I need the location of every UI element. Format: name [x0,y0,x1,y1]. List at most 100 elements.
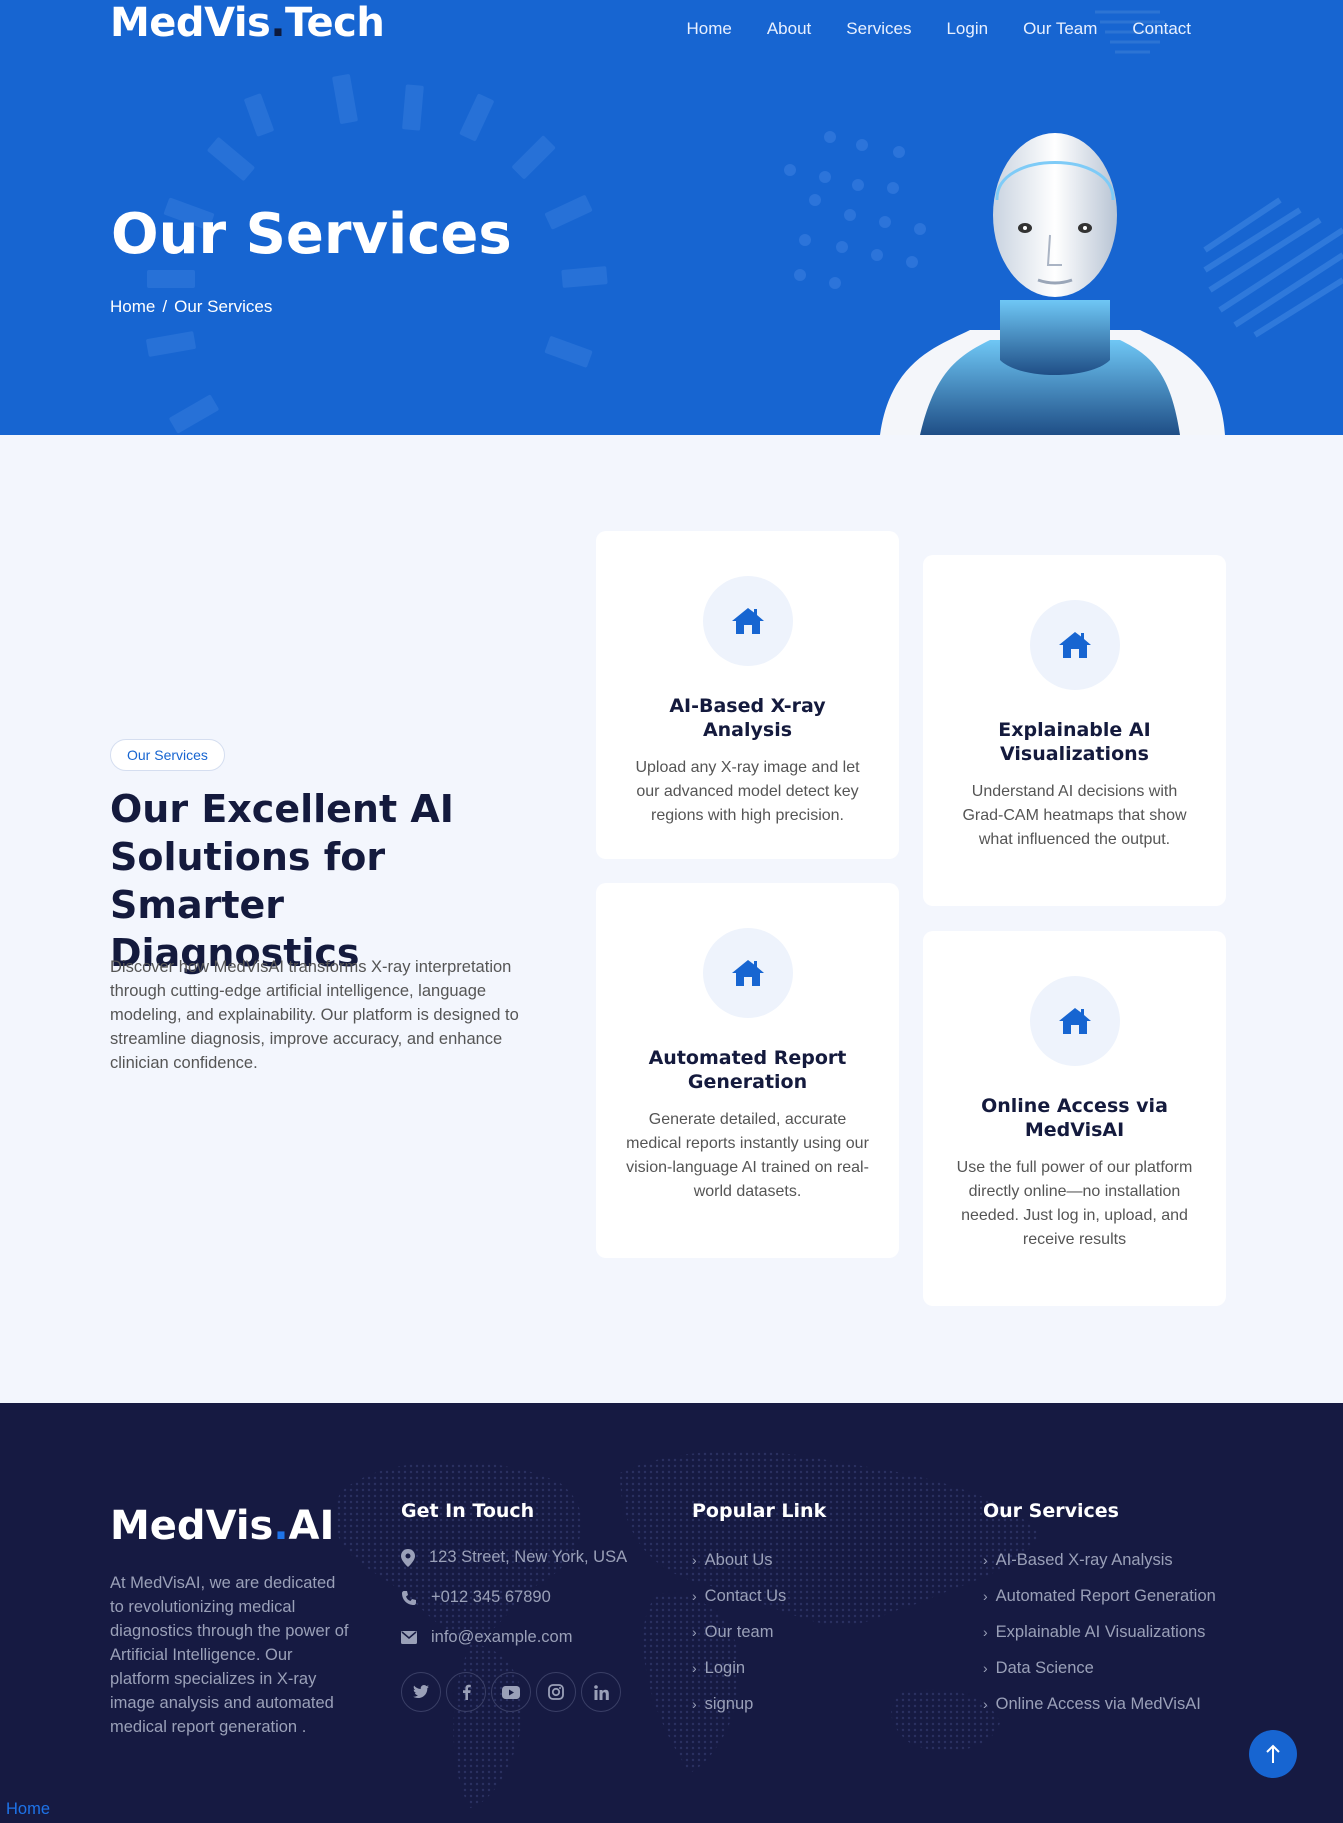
service-card-xray-analysis[interactable]: AI-Based X-ray Analysis Upload any X-ray… [596,531,899,859]
chevron-right-icon: › [983,1624,988,1640]
footer-popular-title: Popular Link [692,1500,827,1522]
footer-phone: +012 345 67890 [401,1588,551,1607]
footer-link-label: AI-Based X-ray Analysis [995,1551,1173,1569]
service-card-title: Online Access via MedVisAI [981,1095,1168,1141]
footer-address-text: 123 Street, New York, USA [429,1548,628,1566]
footer-link-label: Online Access via MedVisAI [995,1695,1201,1713]
service-icon-wrap [1029,600,1120,690]
home-icon [1058,1008,1091,1034]
chevron-right-icon: › [983,1696,988,1712]
section-tag: Our Services [110,739,225,771]
hero-banner: MedVis.Tech Home About Services Login Ou… [0,0,1343,435]
chevron-right-icon: › [692,1696,697,1712]
home-icon [731,960,764,986]
twitter-icon[interactable] [401,1672,441,1712]
world-map-background [334,1451,1040,1808]
social-links [401,1672,621,1712]
nav-services[interactable]: Services [846,19,911,39]
service-card-title: Automated Report Generation [648,1047,847,1093]
breadcrumb-separator: / [162,297,168,316]
footer-service-xray[interactable]: › AI-Based X-ray Analysis [983,1548,1223,1572]
breadcrumb-home[interactable]: Home [110,297,155,316]
robot-illustration [880,133,1225,435]
footer-service-links: › AI-Based X-ray Analysis › Automated Repo… [983,1548,1223,1728]
footer-logo[interactable]: MedVis.AI [110,1503,334,1549]
footer-logo-dot: . [273,1503,289,1549]
chevron-right-icon: › [692,1624,697,1640]
linkedin-icon[interactable] [581,1672,621,1712]
footer-service-xai[interactable]: › Explainable AI Visualizations [983,1620,1223,1644]
footer-popular-links: › About Us › Contact Us › Our team › Login ›… [692,1548,922,1728]
footer-link-label: Automated Report Generation [995,1587,1216,1605]
footer-link-about-us[interactable]: › About Us [692,1548,922,1572]
footer-phone-text: +012 345 67890 [431,1588,551,1606]
facebook-icon[interactable] [446,1672,486,1712]
breadcrumb: Home / Our Services [110,297,279,317]
logo-dot: . [270,0,286,46]
arrow-up-icon [1266,1744,1280,1763]
nav-login[interactable]: Login [946,19,988,39]
footer-address: 123 Street, New York, USA [401,1548,627,1567]
back-to-top-button[interactable] [1249,1730,1297,1778]
logo-suffix: Tech [285,0,385,46]
footer-logo-suffix: AI [288,1503,335,1549]
section-intro: Discover how MedVisAI transforms X-ray i… [110,958,519,1072]
footer-contact-title: Get In Touch [401,1500,535,1522]
service-card-text: Understand AI decisions with Grad-CAM he… [962,783,1187,848]
service-icon-wrap [1029,976,1120,1066]
site-logo[interactable]: MedVis.Tech [110,0,385,46]
instagram-icon[interactable] [536,1672,576,1712]
map-pin-icon [401,1548,415,1567]
footer-email-text: info@example.com [431,1628,573,1646]
footer-service-online[interactable]: › Online Access via MedVisAI [983,1692,1223,1716]
nav-our-team[interactable]: Our Team [1023,19,1097,39]
service-card-text: Generate detailed, accurate medical repo… [626,1111,869,1200]
chevron-right-icon: › [983,1660,988,1676]
footer-about-text: At MedVisAI, we are dedicated to revolut… [110,1574,349,1736]
service-card-explainable-ai[interactable]: Explainable AI Visualizations Understand… [923,555,1226,906]
main-nav: Home About Services Login Our Team Conta… [651,19,1191,39]
envelope-icon [401,1631,417,1644]
footer-link-contact-us[interactable]: › Contact Us [692,1584,922,1608]
footer-service-data-science[interactable]: › Data Science [983,1656,1223,1680]
chevron-right-icon: › [692,1552,697,1568]
footer-link-label: About Us [704,1551,773,1569]
service-card-report-generation[interactable]: Automated Report Generation Generate det… [596,883,899,1258]
footer-link-label: signup [704,1695,754,1713]
footer-link-our-team[interactable]: › Our team [692,1620,922,1644]
service-icon-wrap [702,576,793,666]
chevron-right-icon: › [692,1660,697,1676]
chevron-right-icon: › [983,1552,988,1568]
service-card-online-access[interactable]: Online Access via MedVisAI Use the full … [923,931,1226,1306]
home-icon [1058,632,1091,658]
nav-home[interactable]: Home [686,19,731,39]
section-heading: Our Excellent AI Solutions for Smarter D… [110,787,454,975]
breadcrumb-current: Our Services [174,297,273,316]
logo-text: MedVis [110,0,271,46]
chevron-right-icon: › [983,1588,988,1604]
service-card-title: AI-Based X-ray Analysis [669,695,826,741]
footer-link-signup[interactable]: › signup [692,1692,922,1716]
page-title: Our Services [111,202,512,267]
home-icon [731,608,764,634]
footer-link-label: Data Science [995,1659,1094,1677]
phone-icon [402,1590,416,1605]
footer-email[interactable]: info@example.com [401,1628,572,1647]
footer-logo-text: MedVis [110,1503,274,1549]
footer-link-login[interactable]: › Login [692,1656,922,1680]
footer-link-label: Contact Us [704,1587,787,1605]
service-icon-wrap [702,928,793,1018]
service-card-text: Use the full power of our platform direc… [956,1159,1193,1248]
service-card-title: Explainable AI Visualizations [998,719,1151,765]
footer-link-label: Login [704,1659,746,1677]
footer-service-report[interactable]: › Automated Report Generation [983,1584,1223,1608]
chevron-right-icon: › [692,1588,697,1604]
footer-link-label: Explainable AI Visualizations [995,1623,1206,1641]
bottom-home-link[interactable]: Home [6,1800,50,1819]
service-card-text: Upload any X-ray image and let our advan… [635,759,860,824]
nav-about[interactable]: About [767,19,811,39]
footer-services-title: Our Services [983,1500,1119,1522]
youtube-icon[interactable] [491,1672,531,1712]
footer-link-label: Our team [704,1623,774,1641]
nav-contact[interactable]: Contact [1132,19,1191,39]
